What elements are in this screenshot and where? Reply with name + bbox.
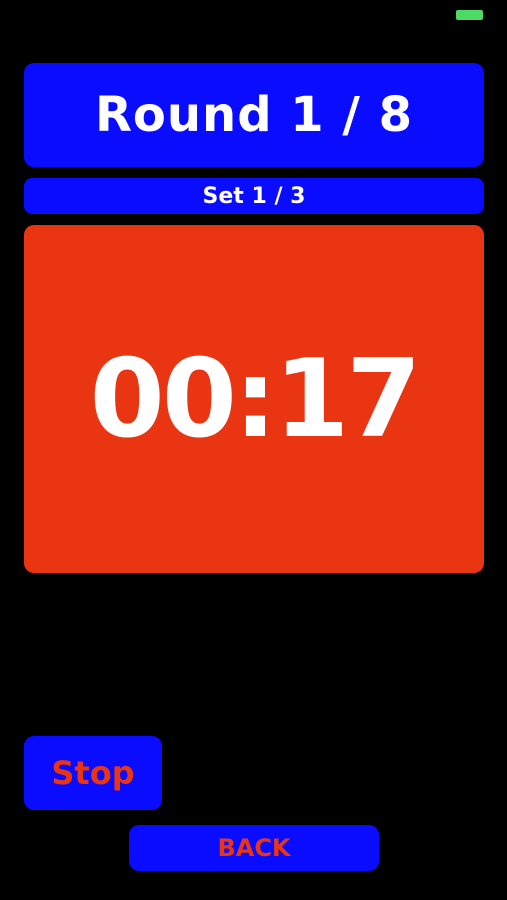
battery-icon (456, 10, 483, 20)
back-button-label: BACK (217, 834, 291, 862)
countdown-timer: 00:17 (24, 225, 484, 573)
stop-button-label: Stop (51, 754, 135, 792)
round-indicator: Round 1 / 8 (24, 63, 484, 167)
back-button[interactable]: BACK (129, 825, 379, 871)
set-label: Set 1 / 3 (202, 183, 306, 209)
timer-value: 00:17 (89, 336, 422, 462)
round-label: Round 1 / 8 (94, 87, 414, 143)
stop-button[interactable]: Stop (24, 736, 162, 810)
set-indicator: Set 1 / 3 (24, 178, 484, 214)
